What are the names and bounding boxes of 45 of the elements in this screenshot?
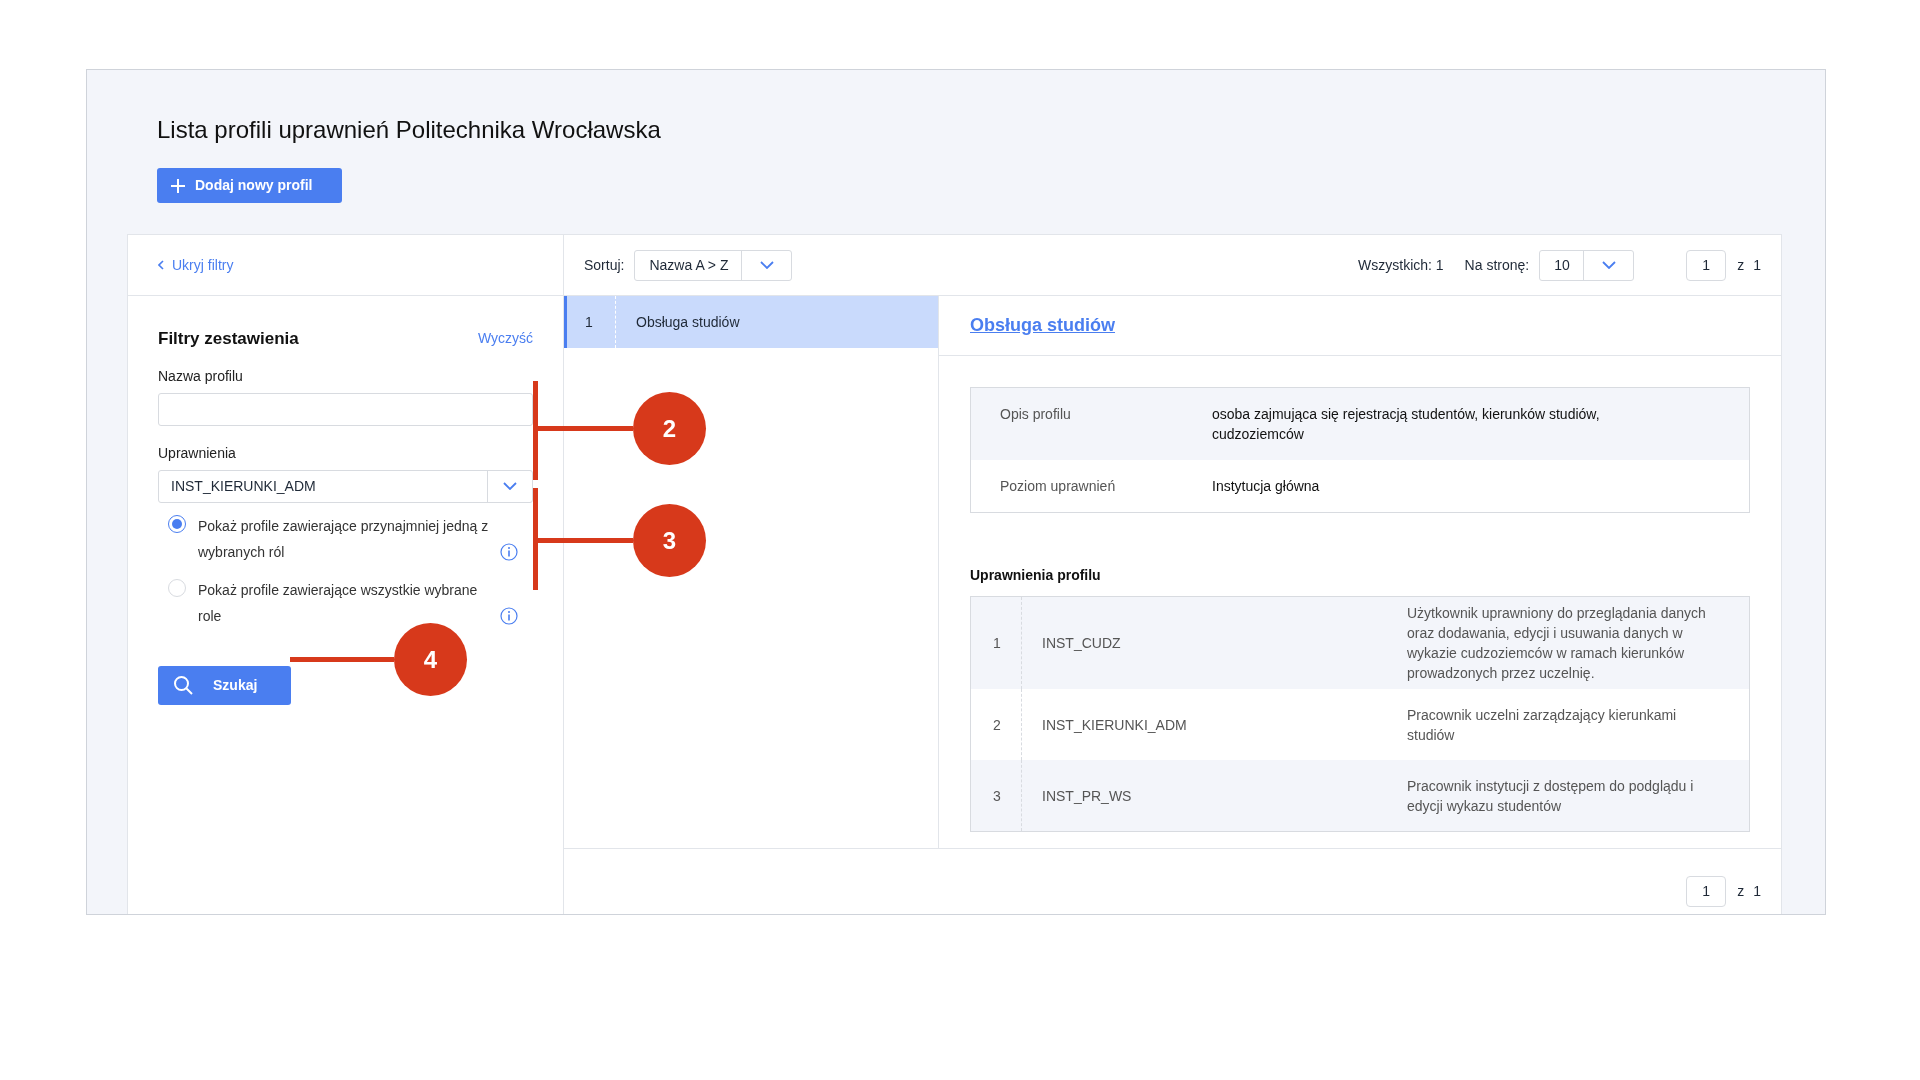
profile-list-row[interactable]: 1 Obsługa studiów [564, 296, 938, 348]
chevron-down-icon [503, 482, 517, 490]
permission-code: INST_CUDZ [1041, 634, 1122, 653]
filters-heading: Filtry zestawienia [158, 328, 299, 350]
permission-description: Pracownik uczelni zarządzający kierunkami studiów [1407, 705, 1678, 745]
permission-code: INST_KIERUNKI_ADM [1041, 715, 1188, 735]
info-label: Opis profilu [999, 405, 1072, 424]
page-input[interactable]: 1 [1686, 875, 1727, 907]
total-count: Wszystkich: 1 [1358, 255, 1444, 275]
chevron-down-icon [1601, 261, 1616, 269]
page-count: 1 [1753, 255, 1761, 275]
info-icon[interactable] [500, 606, 518, 625]
per-page-dropdown[interactable]: 10 [1539, 249, 1635, 281]
page-title: Lista profili uprawnień Politechnika Wrocławska [157, 115, 662, 145]
permissions-heading: Uprawnienia profilu [970, 566, 1102, 585]
sort-label: Sortuj: [584, 255, 625, 275]
hide-filters-link[interactable]: Ukryj filtry [158, 254, 234, 276]
page-input[interactable]: 1 [1686, 249, 1727, 281]
info-icon[interactable] [500, 542, 518, 561]
plus-icon [171, 178, 185, 193]
chevron-left-icon [158, 260, 164, 270]
add-profile-button[interactable]: Dodaj nowy profil [157, 168, 343, 203]
input-field[interactable] [158, 392, 533, 426]
search-button[interactable]: Szukaj [158, 665, 291, 705]
field-label: Nazwa profilu [158, 366, 244, 386]
info-value: osoba zajmująca się rejestracją studentów, kierunków studiów, cudzoziemców [1212, 405, 1601, 444]
info-label: Poziom uprawnień [999, 477, 1117, 496]
sort-dropdown[interactable]: Nazwa A > Z [634, 249, 793, 281]
clear-link[interactable]: Wyczyść [477, 328, 533, 350]
permission-number: 3 [971, 760, 1022, 831]
page-count: 1 [1753, 881, 1761, 901]
per-page-label: Na stronę: [1464, 255, 1530, 275]
select-field[interactable]: INST_KIERUNKI_ADM [158, 469, 533, 503]
permission-code: INST_PR_WS [1041, 786, 1133, 806]
radio-label: Pokaż profile zawierające przynajmniej jedną z wybranych ról [198, 516, 490, 562]
page-of-label: z [1737, 881, 1745, 901]
chevron-down-icon [759, 261, 774, 269]
field-label: Uprawnienia [158, 443, 237, 463]
profile-title-link[interactable]: Obsługa studiów [970, 312, 1115, 339]
permission-description: Użytkownik uprawniony do przeglądania danych oraz dodawania, edycji i usuwania danych w wykazie cudzoziemców w ramach kierunków prowadzonych przez uczelnię. [1407, 604, 1707, 683]
info-value: Instytucja główna [1212, 477, 1321, 496]
search-icon [173, 675, 193, 695]
page-of-label: z [1737, 255, 1745, 275]
permission-description: Pracownik instytucji z dostępem do podglądu i edycji wykazu studentów [1407, 776, 1695, 816]
radio-label: Pokaż profile zawierające wszystkie wybrane role [198, 580, 479, 626]
